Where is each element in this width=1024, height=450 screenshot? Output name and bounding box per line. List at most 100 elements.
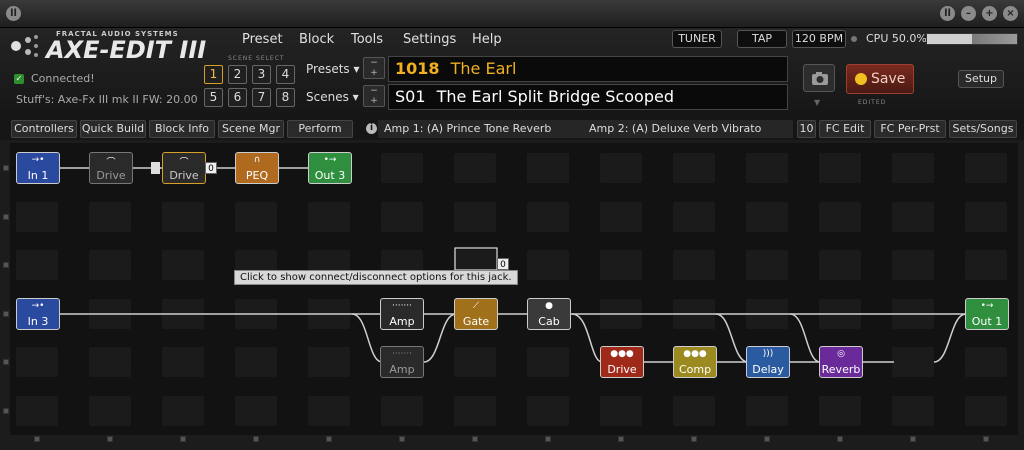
block-info-button[interactable]: Block Info [149, 120, 215, 138]
grid-cell[interactable] [819, 250, 861, 280]
input-jack-icon[interactable] [151, 162, 160, 174]
grid-cell[interactable] [308, 347, 350, 377]
grid-cell[interactable] [527, 347, 569, 377]
grid-cell[interactable] [16, 250, 58, 280]
grid-cell[interactable] [16, 347, 58, 377]
scene-button-3[interactable]: 3 [252, 65, 271, 84]
menu-settings[interactable]: Settings [403, 32, 456, 47]
grid-cell[interactable] [308, 395, 350, 426]
row-input-jack[interactable] [3, 165, 9, 171]
scenes-label[interactable]: Scenes ▾ [306, 90, 359, 104]
scene-button-2[interactable]: 2 [228, 65, 247, 84]
grid-cell[interactable] [673, 153, 715, 183]
grid-cell[interactable] [673, 395, 715, 426]
grid-cell[interactable] [16, 395, 58, 426]
pause-icon[interactable]: ll [6, 6, 21, 21]
block-amp[interactable]: ······· Amp [380, 298, 424, 330]
menu-help[interactable]: Help [472, 32, 502, 47]
row-input-jack[interactable] [3, 262, 9, 268]
block-drive-2[interactable]: ●●● Drive [600, 346, 644, 378]
grid-cell[interactable] [162, 395, 204, 426]
presets-label[interactable]: Presets ▾ [306, 62, 360, 76]
column-jack[interactable] [253, 436, 259, 442]
grid-cell[interactable] [965, 395, 1007, 426]
block-input-1[interactable]: →• In 1 [16, 152, 60, 184]
quick-build-button[interactable]: Quick Build [80, 120, 146, 138]
row-input-jack[interactable] [3, 213, 9, 220]
grid-cell[interactable] [235, 201, 277, 232]
jack-badge[interactable]: 0 [205, 162, 217, 174]
column-jack[interactable] [764, 436, 770, 442]
grid-cell[interactable] [600, 298, 642, 329]
camera-dropdown-icon[interactable]: ▼ [814, 98, 820, 107]
grid-cell[interactable] [673, 250, 715, 280]
column-jack[interactable] [618, 436, 624, 442]
grid-cell[interactable] [162, 250, 204, 280]
grid-cell[interactable] [89, 201, 131, 232]
grid-cell[interactable] [89, 250, 131, 280]
perform-button[interactable]: Perform [287, 120, 353, 138]
grid-cell[interactable] [89, 347, 131, 377]
fc-edit-button[interactable]: FC Edit [819, 120, 871, 138]
column-jack[interactable] [180, 436, 186, 442]
grid-cell[interactable] [600, 250, 642, 280]
grid-cell[interactable] [16, 201, 58, 232]
grid-cell[interactable] [892, 153, 934, 183]
scene-button-6[interactable]: 6 [228, 88, 247, 107]
grid-cell[interactable] [381, 153, 423, 183]
scene-button-1[interactable]: 1 [204, 65, 223, 84]
fc-count[interactable]: 10 [797, 120, 816, 138]
grid-cell[interactable] [600, 201, 642, 232]
grid-cell[interactable] [746, 395, 788, 426]
column-jack[interactable] [545, 436, 551, 442]
column-jack[interactable] [107, 436, 113, 442]
block-cab[interactable]: ● Cab [527, 298, 571, 330]
preset-stepper[interactable]: − + [363, 57, 385, 79]
column-jack[interactable] [910, 436, 916, 442]
scene-mgr-button[interactable]: Scene Mgr [218, 120, 284, 138]
grid-cell[interactable] [673, 298, 715, 329]
grid-cell[interactable] [235, 347, 277, 377]
scene-button-5[interactable]: 5 [204, 88, 223, 107]
grid-cell[interactable] [892, 201, 934, 232]
scene-button-4[interactable]: 4 [276, 65, 295, 84]
grid-cell[interactable] [673, 201, 715, 232]
tap-button[interactable]: TAP [737, 30, 787, 48]
column-jack[interactable] [983, 436, 989, 442]
grid-cell[interactable] [527, 395, 569, 426]
grid-cell[interactable] [527, 201, 569, 232]
column-jack[interactable] [472, 436, 478, 442]
jack-badge-empty[interactable]: 0 [497, 258, 509, 270]
row-input-jack[interactable] [3, 310, 9, 317]
grid-cell[interactable] [965, 347, 1007, 377]
column-jack[interactable] [399, 436, 405, 442]
grid-cell[interactable] [892, 250, 934, 280]
close-icon[interactable]: × [1003, 6, 1018, 21]
grid-cell[interactable] [892, 347, 934, 377]
column-jack[interactable] [34, 436, 40, 442]
block-input-3[interactable]: →• In 3 [16, 298, 60, 330]
grid-cell[interactable] [381, 395, 423, 426]
grid-cell[interactable] [235, 395, 277, 426]
save-button[interactable]: Save [846, 64, 914, 94]
menu-block[interactable]: Block [299, 32, 334, 47]
block-delay[interactable]: ))) Delay [746, 346, 790, 378]
grid-cell[interactable] [746, 201, 788, 232]
grid-cell[interactable] [381, 201, 423, 232]
grid-cell[interactable] [746, 153, 788, 183]
minimize-icon[interactable]: – [961, 6, 976, 21]
menu-preset[interactable]: Preset [242, 32, 283, 47]
fc-per-preset-button[interactable]: FC Per-Prst [874, 120, 946, 138]
scene-stepper[interactable]: − + [363, 85, 385, 107]
block-drive[interactable]: ⌒ Drive [162, 152, 206, 184]
block-gate[interactable]: ⟋ Gate [454, 298, 498, 330]
tuner-button[interactable]: TUNER [672, 30, 722, 48]
grid-cell[interactable] [527, 153, 569, 183]
setup-button[interactable]: Setup [958, 70, 1004, 88]
block-output-1[interactable]: •→ Out 1 [965, 298, 1009, 330]
column-jack[interactable] [837, 436, 843, 442]
camera-icon[interactable] [803, 64, 835, 92]
preset-field[interactable]: 1018 The Earl [388, 56, 788, 82]
block-peq[interactable]: ∩ PEQ [235, 152, 279, 184]
column-jack[interactable] [326, 436, 332, 442]
